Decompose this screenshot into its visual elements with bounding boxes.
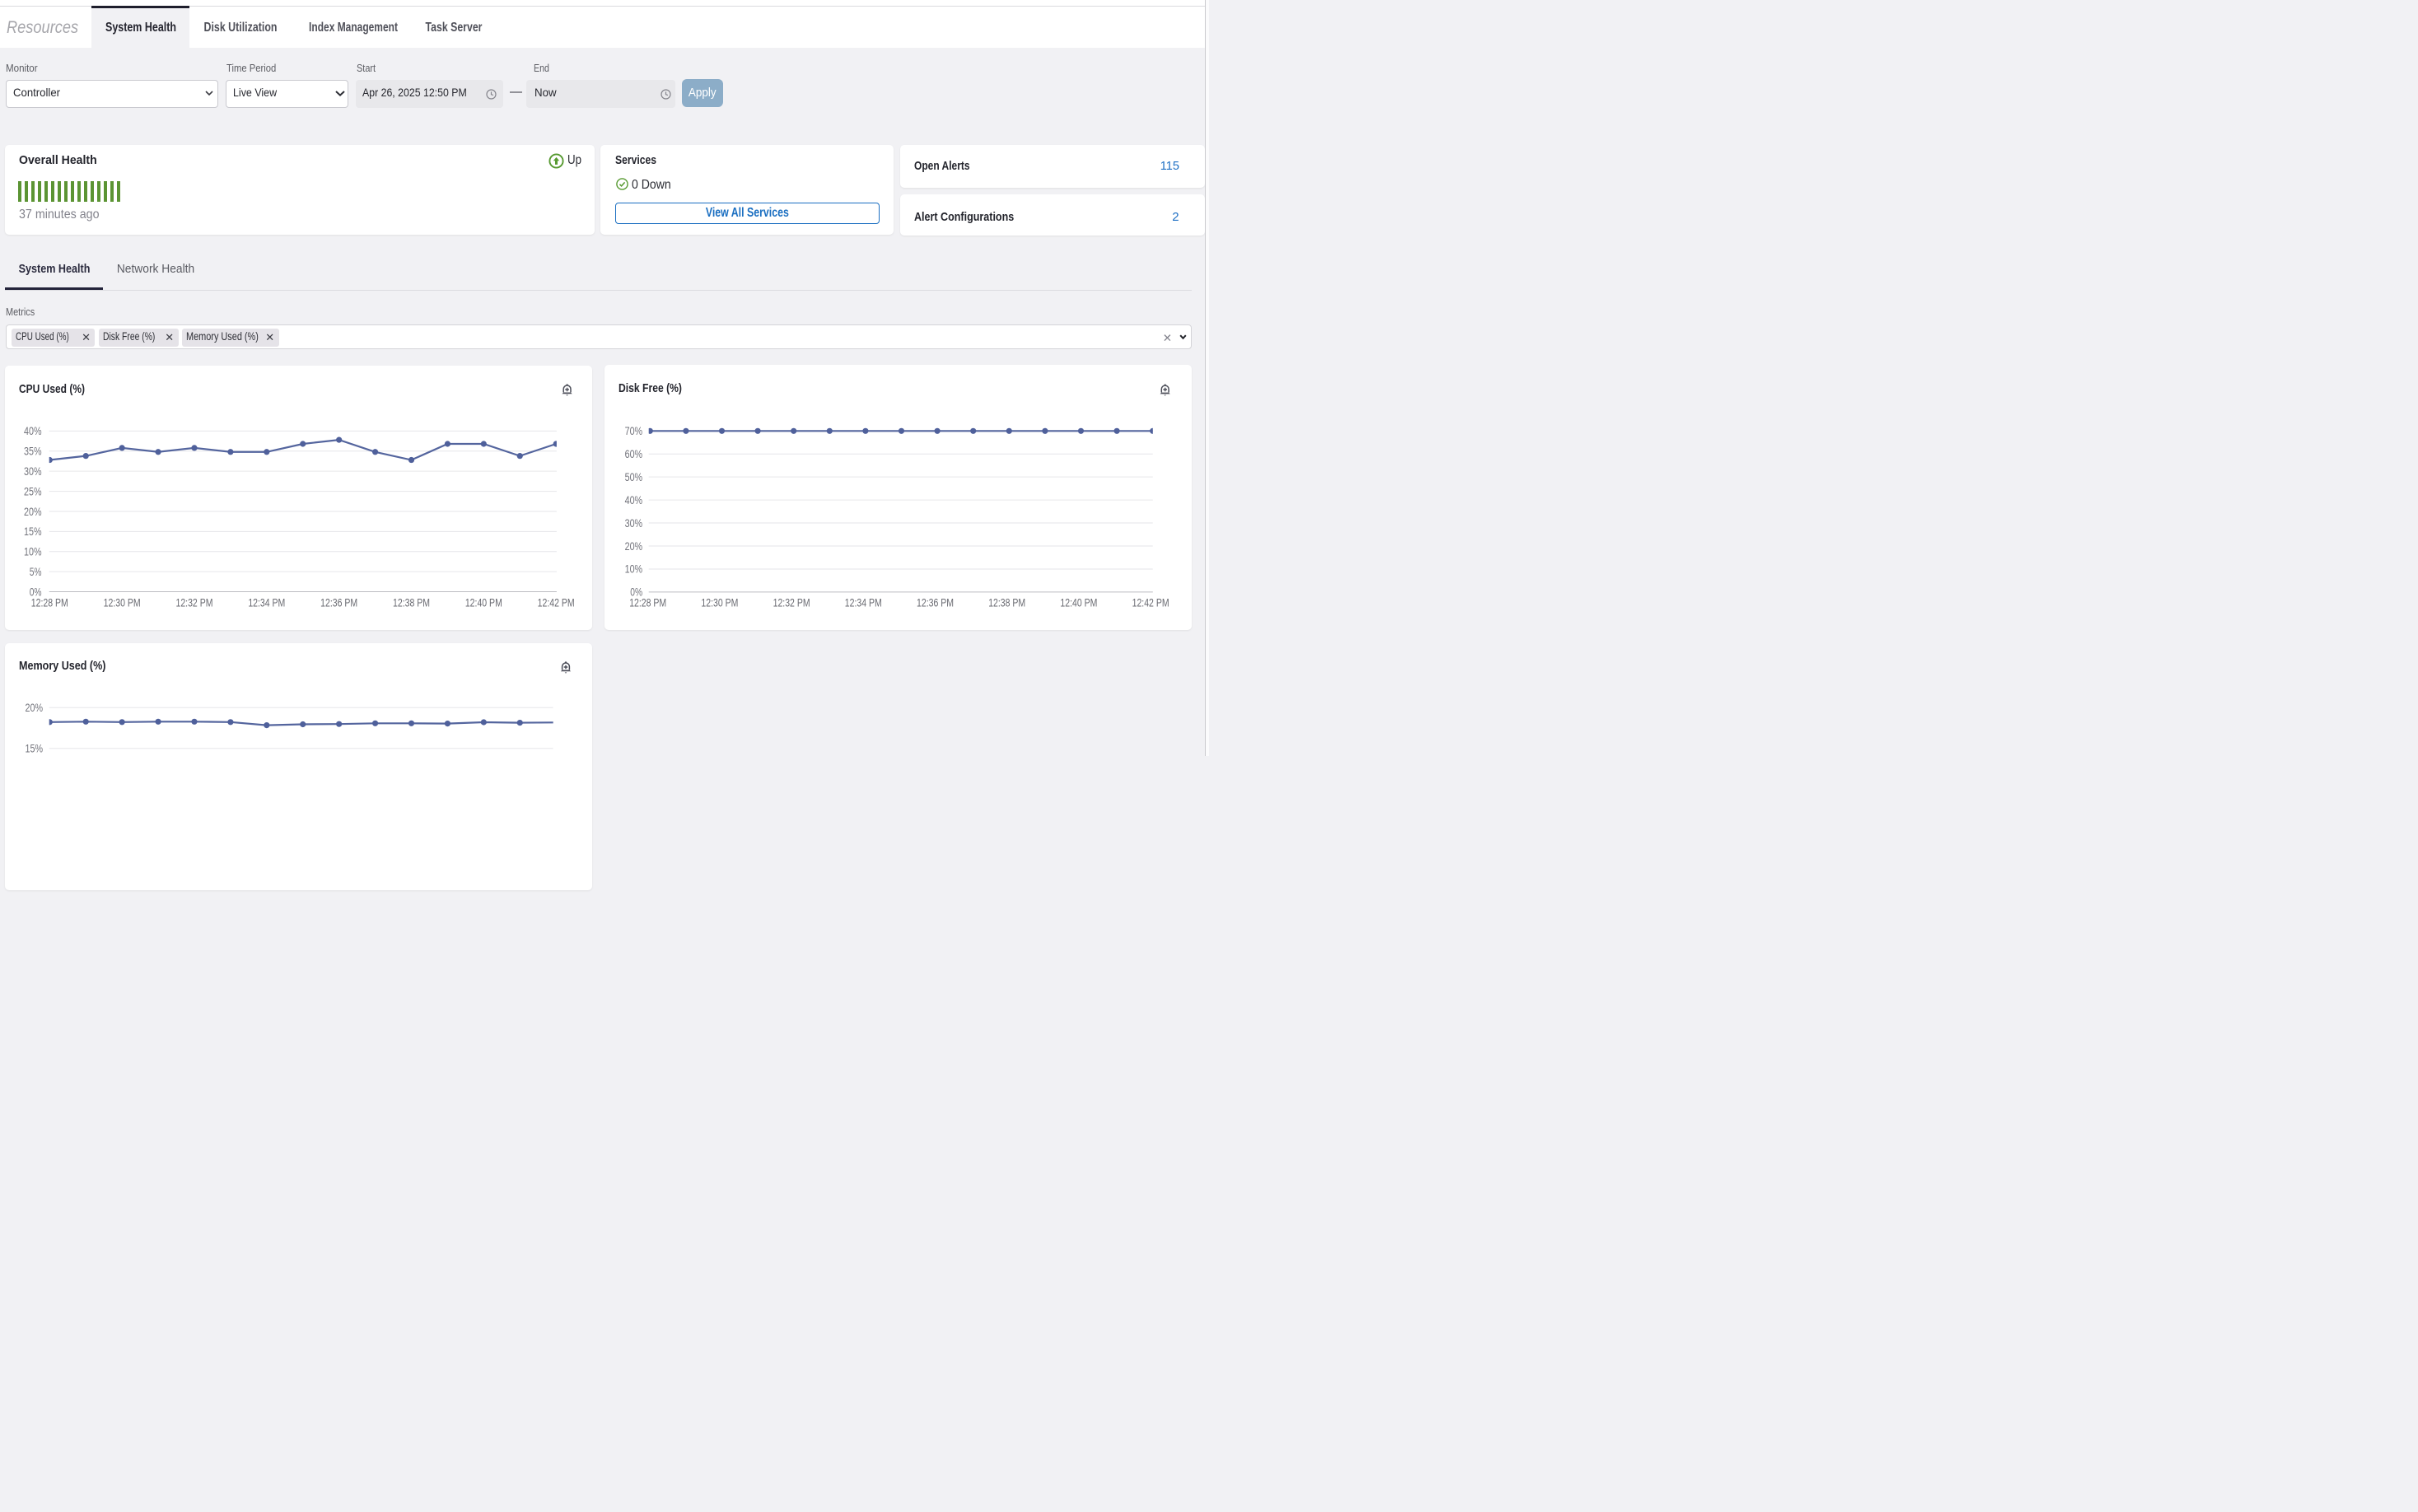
svg-text:20%: 20%	[26, 701, 44, 714]
svg-text:30%: 30%	[625, 516, 643, 529]
svg-text:12:42 PM: 12:42 PM	[1132, 595, 1169, 609]
svg-text:15%: 15%	[24, 525, 42, 538]
svg-text:10%: 10%	[24, 544, 42, 558]
svg-text:35%: 35%	[24, 444, 42, 457]
svg-text:20%: 20%	[625, 539, 643, 552]
svg-text:30%: 30%	[24, 464, 42, 477]
svg-text:10%: 10%	[625, 562, 643, 575]
svg-text:12:30 PM: 12:30 PM	[702, 595, 739, 609]
svg-text:12:38 PM: 12:38 PM	[988, 595, 1025, 609]
svg-text:12:32 PM: 12:32 PM	[175, 595, 212, 609]
svg-text:20%: 20%	[24, 504, 42, 517]
svg-text:12:28 PM: 12:28 PM	[629, 595, 666, 609]
svg-text:12:30 PM: 12:30 PM	[104, 595, 141, 609]
svg-text:12:32 PM: 12:32 PM	[773, 595, 810, 609]
svg-text:50%: 50%	[625, 470, 643, 483]
svg-text:25%: 25%	[24, 484, 42, 497]
svg-text:70%: 70%	[625, 424, 643, 437]
svg-text:40%: 40%	[625, 493, 643, 506]
svg-text:12:40 PM: 12:40 PM	[1061, 595, 1098, 609]
svg-text:40%: 40%	[24, 424, 42, 437]
svg-text:12:38 PM: 12:38 PM	[393, 595, 430, 609]
svg-text:12:40 PM: 12:40 PM	[465, 595, 502, 609]
svg-text:12:34 PM: 12:34 PM	[248, 595, 285, 609]
svg-text:12:36 PM: 12:36 PM	[320, 595, 357, 609]
svg-text:12:36 PM: 12:36 PM	[917, 595, 954, 609]
svg-text:60%: 60%	[625, 447, 643, 460]
svg-text:12:28 PM: 12:28 PM	[31, 595, 68, 609]
svg-text:12:34 PM: 12:34 PM	[845, 595, 882, 609]
svg-text:5%: 5%	[30, 564, 42, 577]
svg-text:15%: 15%	[26, 741, 44, 754]
svg-text:12:42 PM: 12:42 PM	[538, 595, 575, 609]
